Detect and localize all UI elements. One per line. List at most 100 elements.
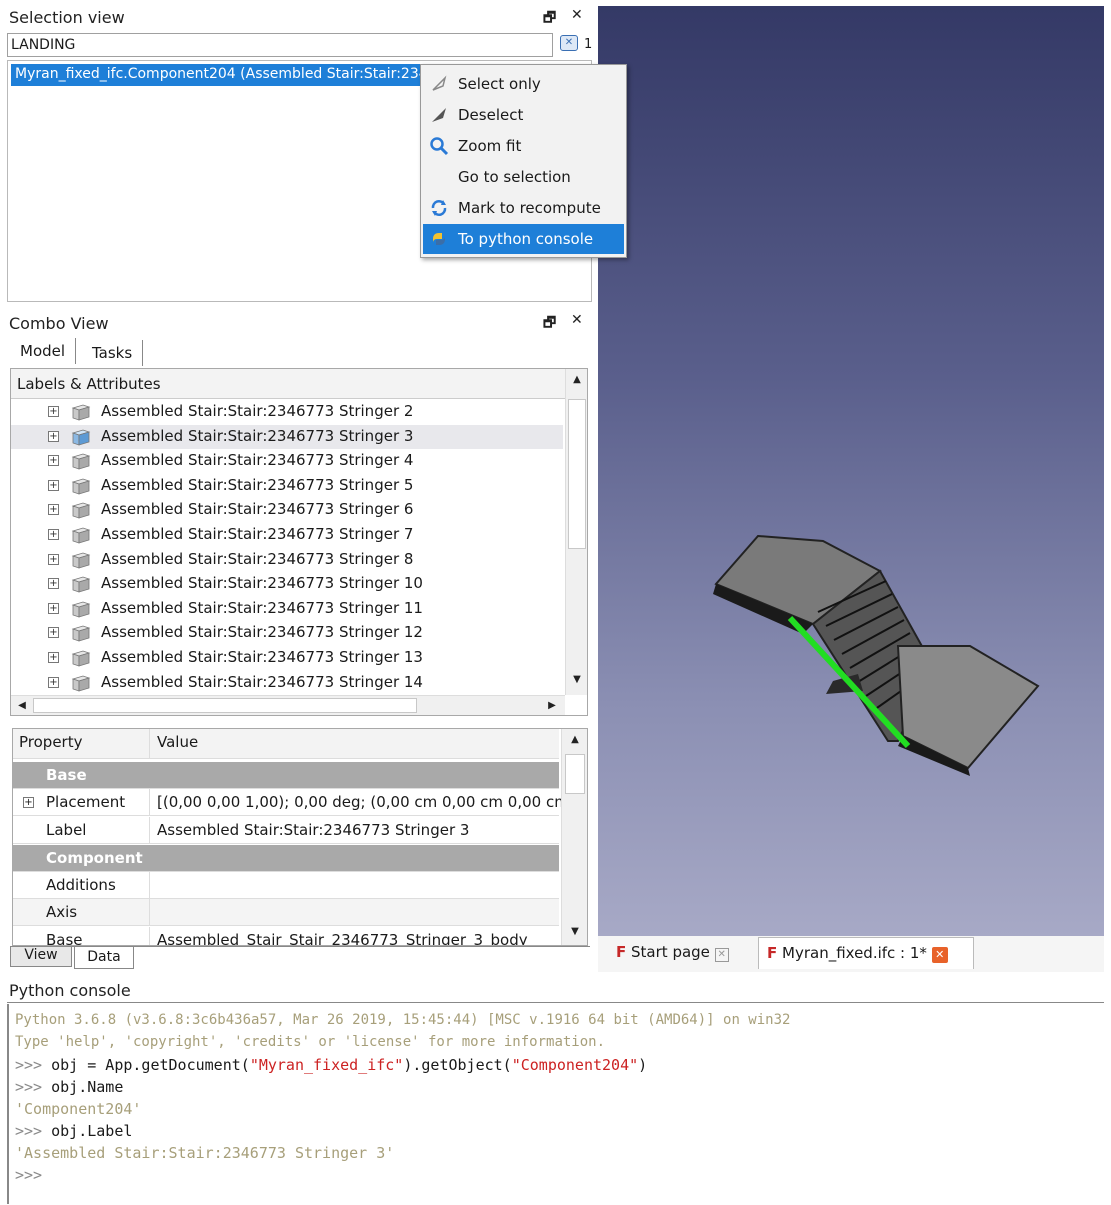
tab-myran-fixed[interactable]: F Myran_fixed.ifc : 1* ✕	[758, 937, 974, 969]
property-row-base[interactable]: Base Assembled_Stair_Stair_2346773_Strin…	[13, 927, 559, 945]
console-prompt: >>>	[15, 1056, 43, 1074]
console-banner: Python 3.6.8 (v3.6.8:3c6b436a57, Mar 26 …	[15, 1012, 791, 1028]
tree-item[interactable]: + Assembled Stair:Stair:2346773 Stringer …	[11, 449, 563, 473]
python-icon	[433, 233, 445, 245]
property-value[interactable]: Assembled Stair:Stair:2346773 Stringer 3	[151, 817, 469, 844]
scroll-down-icon[interactable]: ▼	[566, 923, 584, 941]
stair-model[interactable]	[598, 6, 1104, 936]
float-panel-icon[interactable]: 🗗	[543, 312, 556, 336]
property-row-placement[interactable]: + Placement [(0,00 0,00 1,00); 0,00 deg;…	[13, 789, 581, 816]
expand-icon[interactable]: +	[48, 676, 59, 688]
property-value[interactable]	[151, 899, 157, 926]
property-row-additions[interactable]: Additions	[13, 872, 559, 899]
property-value[interactable]: [(0,00 0,00 1,00); 0,00 deg; (0,00 cm 0,…	[151, 789, 581, 816]
tab-model[interactable]: Model	[10, 338, 77, 364]
close-tab-icon[interactable]: ✕	[714, 948, 729, 962]
close-tab-icon[interactable]: ✕	[931, 947, 948, 963]
expand-icon[interactable]: +	[48, 430, 59, 442]
tree-item[interactable]: + Assembled Stair:Stair:2346773 Stringer …	[11, 671, 563, 694]
scroll-up-icon[interactable]: ▲	[568, 371, 586, 389]
tree-item[interactable]: + Assembled Stair:Stair:2346773 Stringer …	[11, 424, 563, 449]
expand-icon[interactable]: +	[48, 627, 59, 639]
console-prompt: >>>	[15, 1122, 43, 1140]
close-panel-icon[interactable]: ✕	[571, 7, 583, 23]
part-cube-icon	[71, 502, 91, 519]
expand-icon[interactable]: +	[48, 455, 59, 467]
tree-item[interactable]: + Assembled Stair:Stair:2346773 Stringer …	[11, 498, 563, 522]
tab-view[interactable]: View	[10, 947, 72, 967]
property-group-component[interactable]: Component	[13, 845, 559, 872]
console-line[interactable]: >>>	[15, 1166, 42, 1184]
tab-tasks[interactable]: Tasks	[82, 340, 144, 366]
expand-icon[interactable]: +	[48, 578, 59, 590]
menu-item-label: Mark to recompute	[458, 199, 601, 217]
tree-item[interactable]: + Assembled Stair:Stair:2346773 Stringer …	[11, 597, 563, 621]
float-panel-icon[interactable]: 🗗	[543, 7, 556, 31]
scroll-left-icon[interactable]: ◀	[13, 697, 31, 715]
recompute-icon	[431, 200, 447, 216]
expand-icon[interactable]: +	[48, 553, 59, 565]
part-cube-icon	[71, 625, 91, 642]
context-menu: Select only Deselect Zoom fit Go to sele…	[420, 64, 627, 258]
console-code: )	[638, 1056, 648, 1074]
tree-item[interactable]: + Assembled Stair:Stair:2346773 Stringer …	[11, 572, 563, 596]
selection-list-item[interactable]: Myran_fixed_ifc.Component204 (Assembled …	[11, 64, 421, 86]
close-panel-icon[interactable]: ✕	[571, 312, 583, 328]
tab-start-page[interactable]: F Start page ✕	[608, 937, 752, 969]
expand-icon[interactable]: +	[48, 504, 59, 516]
expand-icon[interactable]: +	[48, 652, 59, 663]
tree-item[interactable]: + Assembled Stair:Stair:2346773 Stringer …	[11, 621, 563, 645]
tree-item-label: Assembled Stair:Stair:2346773 Stringer 8	[101, 549, 414, 568]
expand-icon[interactable]: +	[48, 602, 59, 614]
part-cube-icon	[71, 527, 91, 544]
scroll-thumb[interactable]	[33, 698, 417, 713]
group-label: Base	[46, 766, 87, 784]
expand-icon[interactable]: +	[48, 529, 59, 540]
menu-item-go-to-selection[interactable]: Go to selection	[423, 162, 624, 192]
expand-icon[interactable]: +	[48, 479, 59, 491]
property-vertical-scrollbar[interactable]: ▲ ▼	[561, 729, 587, 945]
property-value[interactable]: Assembled_Stair_Stair_2346773_Stringer_3…	[151, 927, 528, 945]
tree-item-label: Assembled Stair:Stair:2346773 Stringer 5	[101, 475, 414, 494]
clear-search-icon[interactable]: ✕	[560, 35, 578, 51]
part-cube-icon	[71, 478, 91, 495]
property-value[interactable]	[151, 872, 157, 899]
part-cube-icon	[71, 552, 91, 569]
scroll-thumb[interactable]	[565, 754, 585, 794]
console-string: "Myran_fixed_ifc"	[249, 1056, 404, 1074]
menu-item-deselect[interactable]: Deselect	[423, 100, 624, 130]
menu-item-mark-to-recompute[interactable]: Mark to recompute	[423, 193, 624, 223]
scroll-thumb[interactable]	[568, 399, 586, 549]
tree-horizontal-scrollbar[interactable]: ◀ ▶	[11, 695, 565, 715]
console-string: "Component204"	[511, 1056, 639, 1074]
scroll-right-icon[interactable]: ▶	[543, 697, 561, 715]
python-console[interactable]: Python 3.6.8 (v3.6.8:3c6b436a57, Mar 26 …	[7, 1004, 1104, 1204]
tree-item-label: Assembled Stair:Stair:2346773 Stringer 4	[101, 451, 414, 470]
property-row-label[interactable]: Label Assembled Stair:Stair:2346773 Stri…	[13, 817, 559, 844]
scroll-up-icon[interactable]: ▲	[566, 731, 584, 749]
property-row-axis[interactable]: Axis	[13, 899, 559, 926]
scroll-down-icon[interactable]: ▼	[568, 671, 586, 689]
expand-icon[interactable]: +	[48, 406, 59, 417]
menu-item-zoom-fit[interactable]: Zoom fit	[423, 131, 624, 161]
column-header-property: Property	[13, 729, 150, 759]
combo-view-title: Combo View	[9, 314, 109, 333]
column-header-value: Value	[157, 733, 199, 751]
tree-item[interactable]: + Assembled Stair:Stair:2346773 Stringer …	[11, 646, 563, 670]
tree-item[interactable]: + Assembled Stair:Stair:2346773 Stringer …	[11, 400, 563, 424]
menu-item-to-python-console[interactable]: To python console	[423, 224, 624, 254]
tab-data[interactable]: Data	[74, 947, 134, 969]
console-code: obj = App.getDocument(	[51, 1056, 250, 1074]
console-code: obj.Name	[51, 1078, 124, 1096]
tree-vertical-scrollbar[interactable]: ▲ ▼	[565, 369, 587, 695]
3d-viewport[interactable]	[598, 6, 1104, 936]
menu-item-select-only[interactable]: Select only	[423, 69, 624, 99]
tree-item[interactable]: + Assembled Stair:Stair:2346773 Stringer …	[11, 474, 563, 498]
tree-item[interactable]: + Assembled Stair:Stair:2346773 Stringer …	[11, 548, 563, 572]
python-console-title: Python console	[9, 981, 131, 1000]
tree-item-label: Assembled Stair:Stair:2346773 Stringer 3	[101, 426, 414, 445]
property-group-base[interactable]: Base	[13, 762, 559, 789]
console-line: >>> obj.Name	[15, 1078, 123, 1096]
selection-search-input[interactable]: LANDING	[7, 33, 553, 57]
tree-item[interactable]: + Assembled Stair:Stair:2346773 Stringer …	[11, 523, 563, 547]
